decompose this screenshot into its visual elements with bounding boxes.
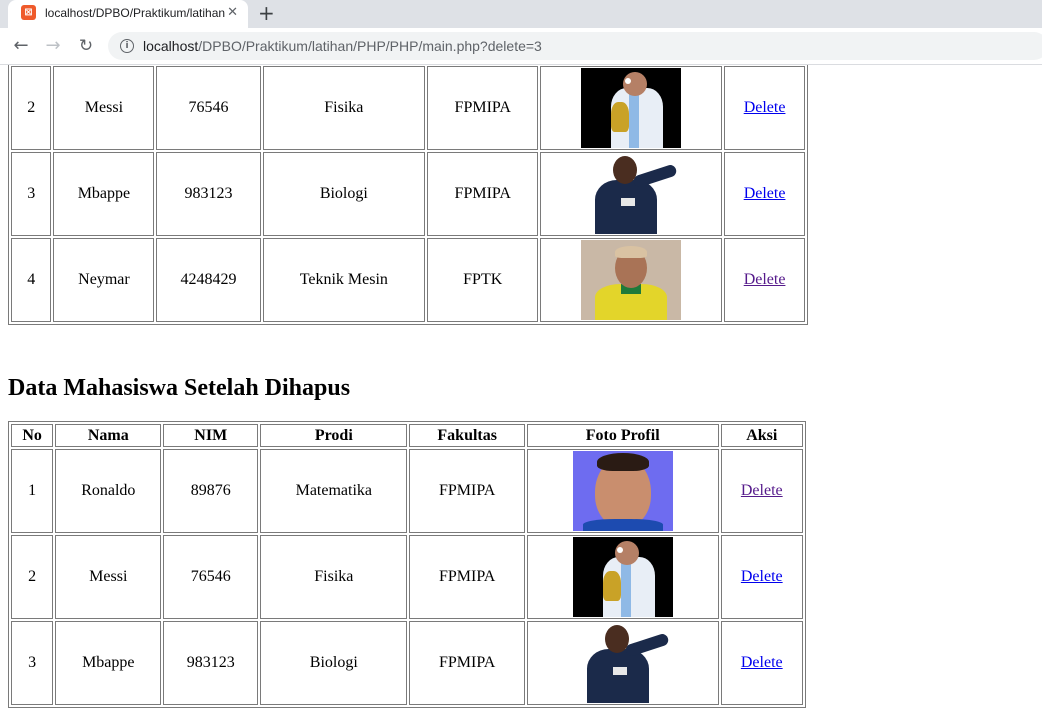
cell-nama: Neymar (53, 238, 155, 322)
cell-prodi: Biologi (260, 621, 408, 705)
cell-nim: 89876 (163, 449, 259, 533)
cell-prodi: Fisika (260, 535, 408, 619)
page-heading: Data Mahasiswa Setelah Dihapus (8, 375, 351, 401)
mbappe-photo (572, 623, 673, 703)
cell-prodi: Biologi (262, 152, 426, 236)
forward-arrow-icon[interactable]: → (42, 35, 64, 57)
table-row: 3 Mbappe 983123 Biologi FPMIPA Delete (11, 152, 805, 236)
cell-fakultas: FPMIPA (409, 449, 525, 533)
cell-nim: 983123 (163, 621, 259, 705)
delete-link[interactable]: Delete (744, 99, 786, 116)
close-tab-icon[interactable]: ✕ (227, 4, 238, 22)
tab-strip: ⊠ localhost/DPBO/Praktikum/latihan/PHP/P… (0, 0, 1042, 28)
address-bar[interactable]: i localhost/DPBO/Praktikum/latihan/PHP/P… (108, 32, 1042, 60)
table-row: 1 Ronaldo 89876 Matematika FPMIPA Delete (11, 449, 803, 533)
cell-aksi: Delete (724, 238, 805, 322)
cell-foto (540, 152, 723, 236)
page-viewport: 2 Messi 76546 Fisika FPMIPA Delete 3 Mba… (0, 65, 1042, 716)
cell-aksi: Delete (720, 449, 803, 533)
cell-foto (526, 621, 719, 705)
reload-icon[interactable]: ↻ (75, 35, 97, 57)
cell-aksi: Delete (720, 621, 803, 705)
table-before-delete: 2 Messi 76546 Fisika FPMIPA Delete 3 Mba… (8, 65, 808, 325)
table-header-row: No Nama NIM Prodi Fakultas Foto Profil A… (11, 424, 803, 447)
column-header: NIM (163, 424, 259, 447)
cell-foto (526, 535, 719, 619)
cell-aksi: Delete (724, 152, 805, 236)
cell-nama: Mbappe (53, 152, 155, 236)
table-row: 2 Messi 76546 Fisika FPMIPA Delete (11, 535, 803, 619)
delete-link[interactable]: Delete (744, 185, 786, 202)
cell-no: 3 (11, 152, 52, 236)
tab-title: localhost/DPBO/Praktikum/latihan/PHP/PHP… (45, 6, 225, 20)
messi-photo (581, 68, 682, 148)
cell-prodi: Teknik Mesin (262, 238, 426, 322)
cell-foto (540, 66, 723, 150)
table-row: 2 Messi 76546 Fisika FPMIPA Delete (11, 66, 805, 150)
cell-aksi: Delete (720, 535, 803, 619)
url-text[interactable]: localhost/DPBO/Praktikum/latihan/PHP/PHP… (143, 37, 542, 55)
column-header: No (11, 424, 54, 447)
table-row: 4 Neymar 4248429 Teknik Mesin FPTK Delet… (11, 238, 805, 322)
cell-fakultas: FPTK (427, 238, 539, 322)
delete-link[interactable]: Delete (744, 271, 786, 288)
url-host: localhost (143, 38, 199, 54)
cell-fakultas: FPMIPA (427, 152, 539, 236)
column-header: Foto Profil (526, 424, 719, 447)
cell-foto (540, 238, 723, 322)
cell-fakultas: FPMIPA (427, 66, 539, 150)
delete-link[interactable]: Delete (741, 654, 783, 671)
column-header: Nama (55, 424, 162, 447)
url-path: /DPBO/Praktikum/latihan/PHP/PHP/main.php… (198, 38, 542, 54)
cell-nim: 76546 (163, 535, 259, 619)
cell-prodi: Matematika (260, 449, 408, 533)
cell-no: 1 (11, 449, 54, 533)
new-tab-icon[interactable]: + (258, 1, 275, 25)
cell-nim: 76546 (156, 66, 261, 150)
table-row: 3 Mbappe 983123 Biologi FPMIPA Delete (11, 621, 803, 705)
cell-nama: Messi (53, 66, 155, 150)
messi-photo (572, 537, 673, 617)
ronaldo-photo (572, 451, 673, 531)
cell-prodi: Fisika (262, 66, 426, 150)
column-header: Aksi (720, 424, 803, 447)
cell-foto (526, 449, 719, 533)
delete-link[interactable]: Delete (741, 568, 783, 585)
cell-nama: Ronaldo (55, 449, 162, 533)
cell-nim: 4248429 (156, 238, 261, 322)
cell-no: 4 (11, 238, 52, 322)
cell-nim: 983123 (156, 152, 261, 236)
cell-nama: Mbappe (55, 621, 162, 705)
column-header: Fakultas (409, 424, 525, 447)
cell-no: 2 (11, 535, 54, 619)
back-arrow-icon[interactable]: ← (10, 35, 32, 57)
cell-fakultas: FPMIPA (409, 535, 525, 619)
column-header: Prodi (260, 424, 408, 447)
cell-no: 2 (11, 66, 52, 150)
table-after-delete: No Nama NIM Prodi Fakultas Foto Profil A… (8, 421, 806, 708)
mbappe-photo (581, 154, 682, 234)
delete-link[interactable]: Delete (741, 482, 783, 499)
neymar-photo (581, 240, 682, 320)
cell-nama: Messi (55, 535, 162, 619)
cell-no: 3 (11, 621, 54, 705)
cell-aksi: Delete (724, 66, 805, 150)
browser-toolbar: ← → ↻ i localhost/DPBO/Praktikum/latihan… (0, 28, 1042, 65)
cell-fakultas: FPMIPA (409, 621, 525, 705)
xampp-favicon-icon: ⊠ (21, 5, 36, 20)
site-info-icon[interactable]: i (120, 39, 134, 53)
browser-tab[interactable]: ⊠ localhost/DPBO/Praktikum/latihan/PHP/P… (8, 0, 248, 28)
